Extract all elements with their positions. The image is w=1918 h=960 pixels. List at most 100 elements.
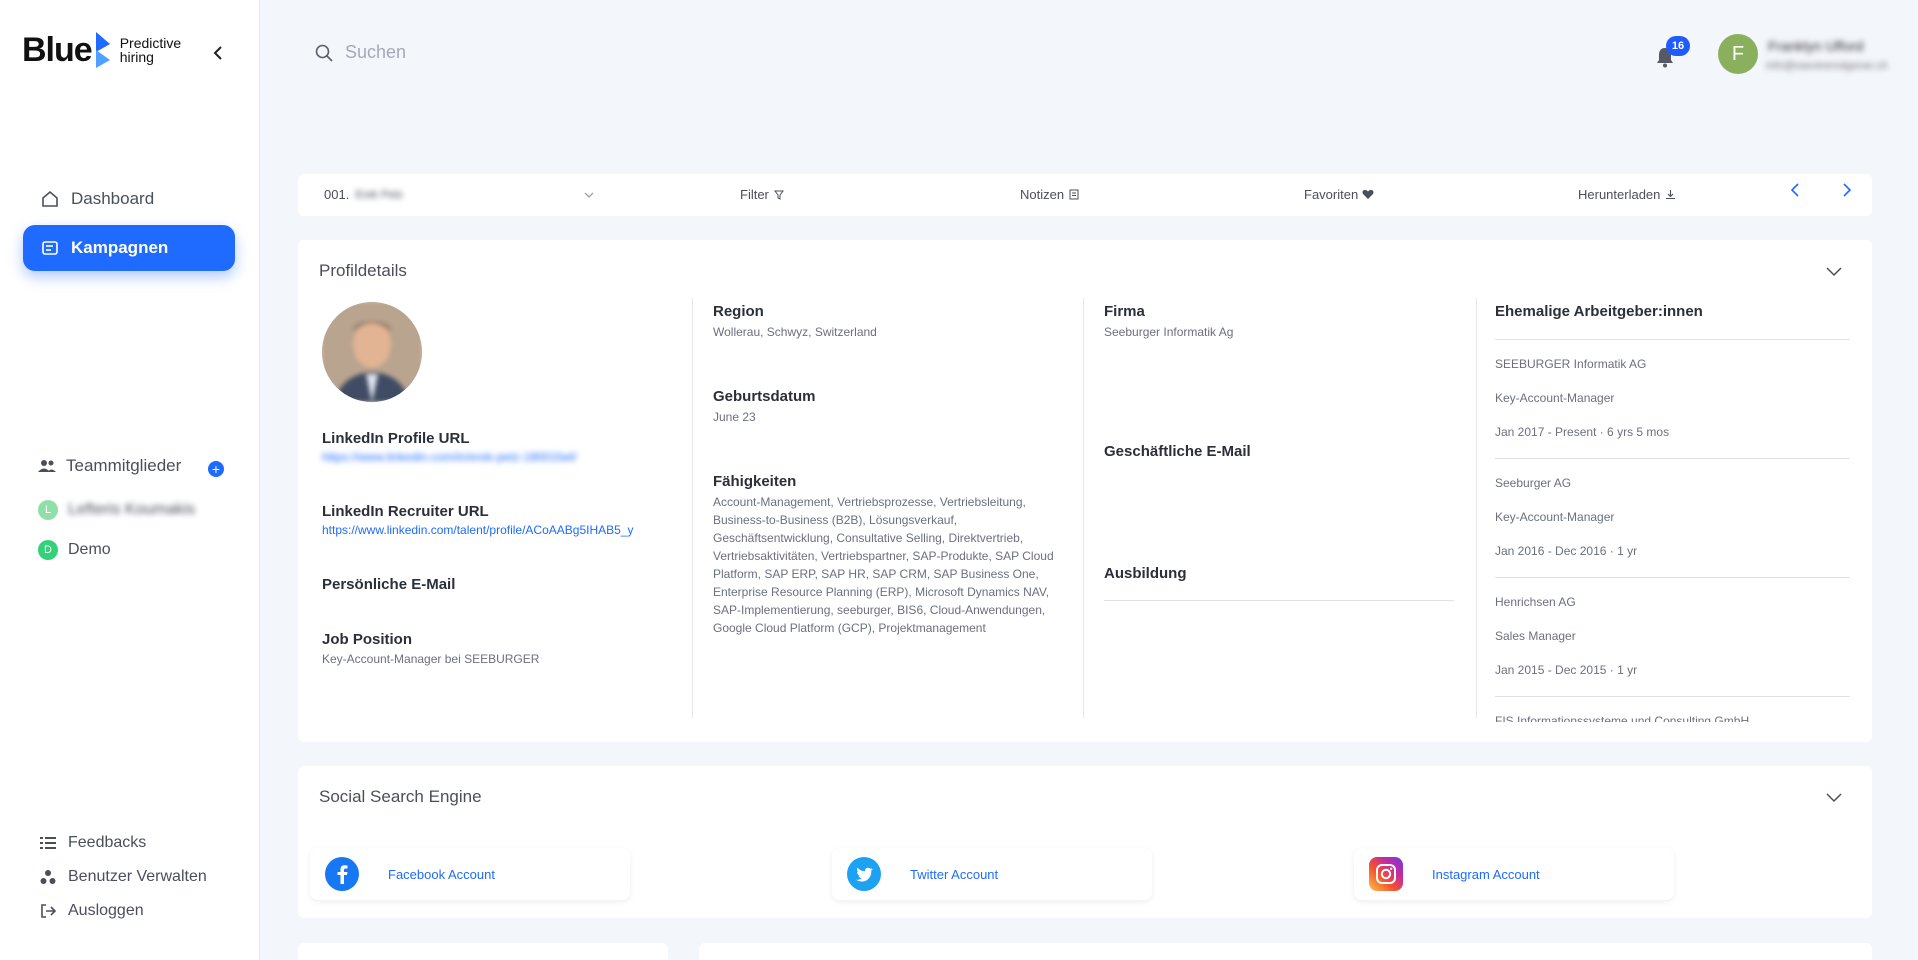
sidebar-item-label: Feedbacks xyxy=(68,834,147,851)
add-team-member-button[interactable]: + xyxy=(208,461,224,477)
favorites-label: Favoriten xyxy=(1304,187,1359,202)
twitter-account-button[interactable]: Twitter Account xyxy=(832,848,1152,900)
user-avatar[interactable]: F xyxy=(1718,34,1758,74)
skills-label: Fähigkeiten xyxy=(713,473,797,490)
brand-tagline-line-2: hiring xyxy=(119,49,154,65)
filter-icon xyxy=(773,190,784,200)
collapse-sidebar-icon[interactable] xyxy=(212,44,224,67)
candidate-toolbar: 001. Erek Petz Filter Notizen Favoriten … xyxy=(298,174,1872,216)
employer-role: Sales Manager xyxy=(1495,629,1576,643)
download-label: Herunterladen xyxy=(1578,187,1661,202)
facebook-icon xyxy=(325,857,359,891)
employer-period: Jan 2016 - Dec 2016 · 1 yr xyxy=(1495,544,1638,558)
download-icon xyxy=(1666,190,1676,200)
search-icon xyxy=(315,44,333,62)
sidebar-item-label: Kampagnen xyxy=(71,238,169,257)
employer-company: SEEBURGER Informatik AG xyxy=(1495,357,1647,371)
sidebar-item-label: Dashboard xyxy=(71,189,155,208)
campaign-icon xyxy=(39,237,61,259)
divider xyxy=(1495,577,1850,578)
download-button[interactable]: Herunterladen xyxy=(1578,187,1676,202)
employer-company: Seeburger AG xyxy=(1495,476,1572,490)
job-position-label: Job Position xyxy=(322,631,412,648)
favorites-button[interactable]: Favoriten xyxy=(1304,187,1374,202)
instagram-account-label: Instagram Account xyxy=(1432,866,1540,882)
brand-wordmark: Blue xyxy=(22,30,93,69)
birthdate-value: June 23 xyxy=(713,410,756,424)
employer-period: Jan 2017 - Present · 6 yrs 5 mos xyxy=(1495,425,1670,439)
user-email: info@ssextremdgener.ch xyxy=(1766,60,1888,72)
employer-period: Jan 2015 - Dec 2015 · 1 yr xyxy=(1495,663,1638,677)
search-bar[interactable]: Suchen xyxy=(315,42,406,63)
facebook-account-button[interactable]: Facebook Account xyxy=(310,848,630,900)
personal-email-label: Persönliche E-Mail xyxy=(322,576,456,593)
education-label: Ausbildung xyxy=(1104,565,1187,582)
notification-count-badge: 16 xyxy=(1666,36,1690,56)
users-icon xyxy=(40,869,56,885)
divider xyxy=(1495,339,1850,340)
region-label: Region xyxy=(713,303,764,320)
search-input[interactable]: Suchen xyxy=(345,42,406,63)
company-value: Seeburger Informatik Ag xyxy=(1104,325,1234,339)
linkedin-profile-label: LinkedIn Profile URL xyxy=(322,430,470,447)
member-name: Lefteris Koumakis xyxy=(68,501,196,518)
team-icon xyxy=(38,459,56,473)
sidebar-item-feedbacks[interactable]: Feedbacks xyxy=(40,834,146,852)
notes-label: Notizen xyxy=(1020,187,1065,202)
home-icon xyxy=(39,188,61,210)
candidate-number: 001. xyxy=(324,187,350,202)
profile-details-title: Profildetails xyxy=(319,261,407,280)
twitter-icon xyxy=(847,857,881,891)
instagram-account-button[interactable]: Instagram Account xyxy=(1354,848,1674,900)
chevron-down-icon[interactable] xyxy=(1826,790,1842,808)
column-divider xyxy=(1083,298,1084,718)
user-name: Franklyn Ufford xyxy=(1768,38,1864,54)
social-search-title: Social Search Engine xyxy=(319,787,482,806)
employer-company: Henrichsen AG xyxy=(1495,595,1576,609)
linkedin-profile-link[interactable]: https://www.linkedin.com/in/erek-petz-18… xyxy=(322,450,652,464)
linkedin-recruiter-link[interactable]: https://www.linkedin.com/talent/profile/… xyxy=(322,523,674,537)
member-avatar: D xyxy=(38,540,58,560)
company-label: Firma xyxy=(1104,303,1145,320)
former-employers-label: Ehemalige Arbeitgeber:innen xyxy=(1495,303,1703,320)
notes-button[interactable]: Notizen xyxy=(1020,187,1080,202)
sidebar-item-dashboard[interactable]: Dashboard xyxy=(23,176,235,222)
filter-label: Filter xyxy=(740,187,769,202)
member-avatar: L xyxy=(38,500,58,520)
employer-company: FIS Informationssysteme und Consulting G… xyxy=(1495,714,1750,722)
column-divider xyxy=(692,298,693,718)
candidate-select[interactable]: 001. Erek Petz xyxy=(324,187,594,202)
team-members-header[interactable]: Teammitglieder xyxy=(38,456,181,476)
brand-tagline: Predictive hiring xyxy=(120,36,181,64)
previous-candidate-icon[interactable] xyxy=(1790,182,1800,198)
logout-icon xyxy=(40,903,56,919)
employer-role: Key-Account-Manager xyxy=(1495,391,1615,405)
job-position-value: Key-Account-Manager bei SEEBURGER xyxy=(322,652,540,666)
heart-icon xyxy=(1362,189,1374,199)
sidebar-item-label: Ausloggen xyxy=(68,902,144,919)
brand-logo[interactable]: Blue Predictive hiring xyxy=(22,30,181,70)
profile-photo xyxy=(322,302,422,402)
column-divider xyxy=(1476,298,1477,718)
facebook-account-label: Facebook Account xyxy=(388,866,495,882)
divider xyxy=(1495,696,1850,697)
sidebar-item-ausloggen[interactable]: Ausloggen xyxy=(40,902,144,920)
twitter-account-label: Twitter Account xyxy=(910,866,999,882)
sidebar-item-benutzer-verwalten[interactable]: Benutzer Verwalten xyxy=(40,868,207,886)
filter-button[interactable]: Filter xyxy=(740,187,784,202)
employer-role: Key-Account-Manager xyxy=(1495,510,1615,524)
skills-value: Account-Management, Vertriebsprozesse, V… xyxy=(713,495,1054,635)
divider xyxy=(1495,458,1850,459)
sidebar-item-label: Benutzer Verwalten xyxy=(68,868,207,885)
sidebar-item-kampagnen[interactable]: Kampagnen xyxy=(23,225,235,271)
candidate-name: Erek Petz xyxy=(355,188,403,201)
team-member-item[interactable]: D Demo xyxy=(38,540,111,560)
next-candidate-icon[interactable] xyxy=(1842,182,1852,198)
notes-icon xyxy=(1069,189,1079,200)
profile-details-card: Profildetails LinkedIn Profile URL https… xyxy=(298,240,1872,742)
chevron-down-icon[interactable] xyxy=(1826,264,1842,282)
team-member-item[interactable]: L Lefteris Koumakis xyxy=(38,500,195,520)
linkedin-recruiter-label: LinkedIn Recruiter URL xyxy=(322,503,489,520)
social-search-card: Social Search Engine Facebook Account Tw… xyxy=(298,766,1872,918)
member-name: Demo xyxy=(68,541,111,558)
